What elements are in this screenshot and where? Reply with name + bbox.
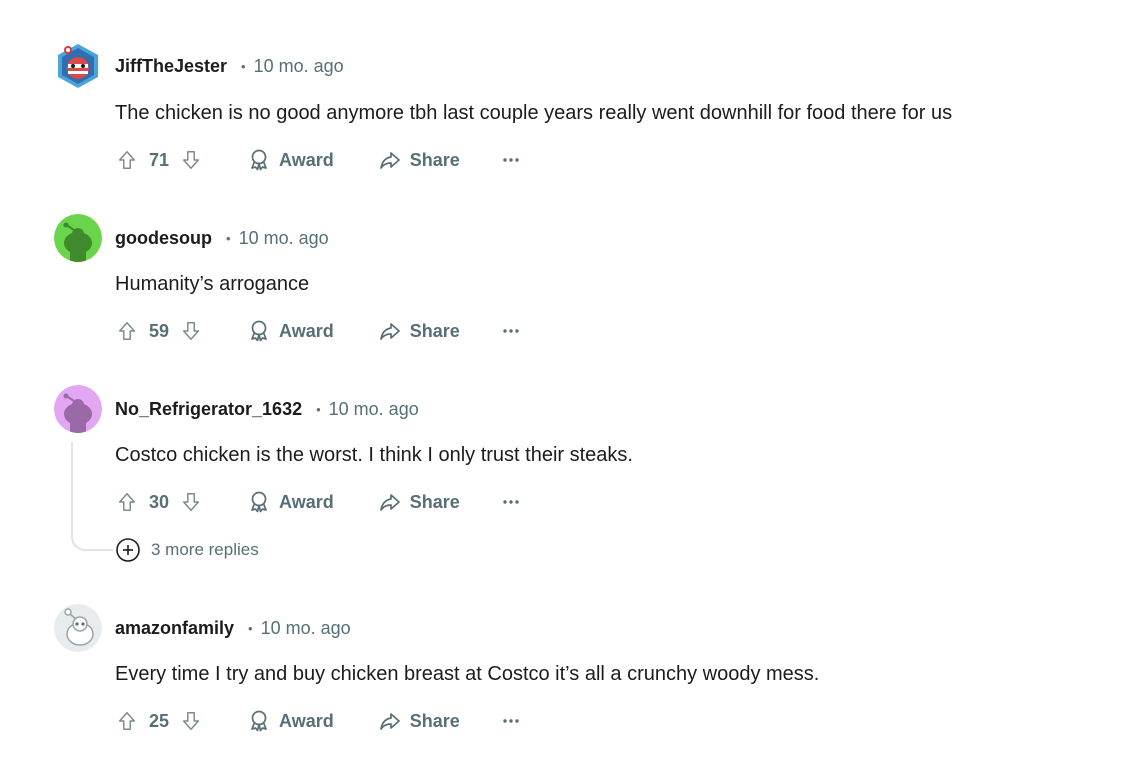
share-label: Share [409,491,460,512]
expand-replies-icon [116,538,140,562]
more-icon [503,719,519,723]
vote-group: 71 [115,148,203,172]
downvote-icon[interactable] [179,490,203,514]
more-options-button[interactable] [502,322,528,340]
username[interactable]: amazonfamily [115,618,234,639]
timestamp[interactable]: 10 mo. ago [261,618,351,639]
award-label: Award [279,149,334,170]
share-label: Share [409,320,460,341]
timestamp[interactable]: 10 mo. ago [239,228,329,249]
share-icon [379,494,400,511]
avatar-icon [58,44,98,88]
upvote-icon[interactable] [115,148,139,172]
timestamp[interactable]: 10 mo. ago [329,399,419,420]
more-replies-button[interactable]: 3 more replies [115,537,259,563]
vote-group: 30 [115,490,203,514]
more-icon [503,158,519,162]
award-icon [251,710,267,732]
more-icon [503,329,519,333]
vote-group: 59 [115,319,203,343]
award-icon [251,491,267,513]
avatar-icon [54,604,102,652]
award-button[interactable]: Award [247,709,334,733]
separator-dot: • [226,231,231,246]
more-options-button[interactable] [502,493,528,511]
award-button[interactable]: Award [247,148,334,172]
comment-actions: 25 Award Share [115,705,528,737]
award-button[interactable]: Award [247,319,334,343]
comment-meta: No_Refrigerator_1632 • 10 mo. ago [115,399,419,420]
comment-actions: 59 Award Share [115,315,528,347]
vote-score: 25 [149,710,170,731]
vote-score: 30 [149,491,170,512]
vote-score: 71 [149,149,170,170]
award-button[interactable]: Award [247,490,334,514]
more-options-button[interactable] [502,151,528,169]
comment-actions: 71 Award Share [115,144,528,176]
comment-text: Costco chicken is the worst. I think I o… [115,444,633,466]
vote-group: 25 [115,709,203,733]
upvote-icon[interactable] [115,490,139,514]
timestamp[interactable]: 10 mo. ago [254,56,344,77]
share-icon [379,713,400,730]
award-label: Award [279,710,334,731]
more-replies-label: 3 more replies [151,540,259,559]
vote-score: 59 [149,320,170,341]
thread-branch [71,523,113,551]
avatar-icon [54,385,102,433]
avatar-icon [54,214,102,262]
share-button[interactable]: Share [378,709,460,733]
comment-meta: goodesoup • 10 mo. ago [115,228,329,249]
share-label: Share [409,710,460,731]
username[interactable]: goodesoup [115,228,212,249]
share-button[interactable]: Share [378,319,460,343]
comment-text: The chicken is no good anymore tbh last … [115,102,953,124]
username[interactable]: No_Refrigerator_1632 [115,399,302,420]
downvote-icon[interactable] [179,148,203,172]
thread-line[interactable] [71,442,73,524]
upvote-icon[interactable] [115,709,139,733]
share-label: Share [409,149,460,170]
share-button[interactable]: Share [378,148,460,172]
more-icon [503,500,519,504]
separator-dot: • [316,402,321,417]
downvote-icon[interactable] [179,319,203,343]
user-avatar[interactable] [54,42,102,90]
comment-meta: JiffTheJester • 10 mo. ago [115,56,344,77]
share-icon [379,152,400,169]
more-options-button[interactable] [502,712,528,730]
upvote-icon[interactable] [115,319,139,343]
share-button[interactable]: Share [378,490,460,514]
separator-dot: • [241,59,246,74]
comment-text: Every time I try and buy chicken breast … [115,663,820,685]
comment-meta: amazonfamily • 10 mo. ago [115,618,351,639]
award-label: Award [279,491,334,512]
user-avatar[interactable] [54,385,102,433]
comment-text: Humanity’s arrogance [115,273,310,295]
username[interactable]: JiffTheJester [115,56,227,77]
user-avatar[interactable] [54,214,102,262]
separator-dot: • [248,621,253,636]
downvote-icon[interactable] [179,709,203,733]
award-label: Award [279,320,334,341]
award-icon [251,149,267,171]
award-icon [251,320,267,342]
user-avatar[interactable] [54,604,102,652]
comment-actions: 30 Award Share [115,486,528,518]
share-icon [379,323,400,340]
